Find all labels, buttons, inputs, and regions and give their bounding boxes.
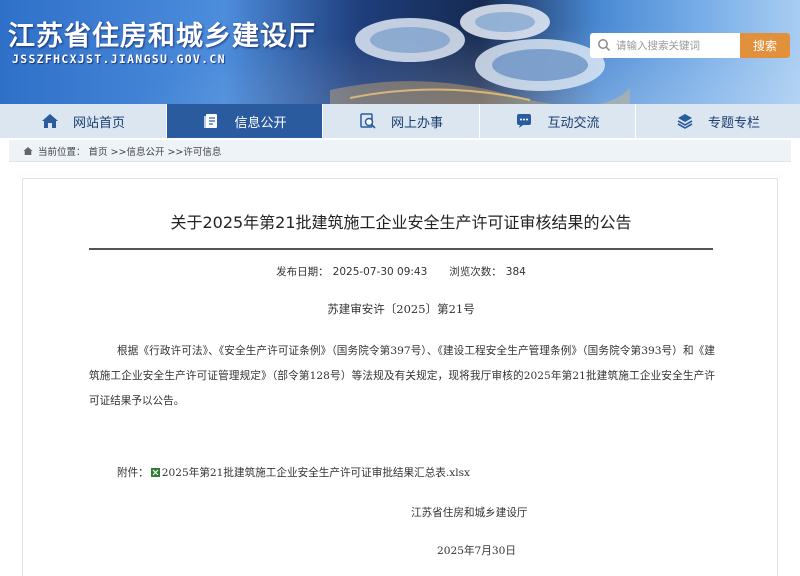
excel-file-icon: [150, 468, 160, 477]
attachment-link[interactable]: 2025年第21批建筑施工企业安全生产许可证审批结果汇总表.xlsx: [162, 465, 470, 480]
views-label: 浏览次数：: [449, 266, 502, 278]
site-title: 江苏省住房和城乡建设厅: [8, 21, 316, 52]
search-button[interactable]: 搜索: [740, 33, 790, 58]
signature-date: 2025年7月30日: [437, 545, 516, 557]
stadium-image: [330, 4, 630, 104]
nav-item-info-disclosure[interactable]: 信息公开: [167, 104, 323, 138]
home-icon: [41, 112, 59, 130]
publish-date-label: 发布日期：: [276, 266, 329, 278]
nav-item-label: 信息公开: [234, 115, 287, 131]
breadcrumb-prefix: 当前位置：: [38, 146, 86, 158]
article-card: 关于2025年第21批建筑施工企业安全生产许可证审核结果的公告 发布日期： 202…: [22, 178, 778, 576]
site-url: JSSZFHCXJST.JIANGSU.GOV.CN: [12, 52, 226, 66]
article-body: 根据《行政许可法》、《安全生产许可证条例》（国务院令第397号）、《建设工程安全…: [89, 345, 715, 407]
nav-item-label: 网站首页: [72, 115, 125, 131]
home-icon: [23, 146, 33, 155]
search-doc-icon: [359, 112, 377, 130]
layers-icon: [676, 112, 694, 130]
breadcrumb-link-permit[interactable]: >>许可信息: [167, 144, 221, 158]
signature-organization: 江苏省住房和城乡建设厅: [411, 507, 528, 519]
nav-item-special-topics[interactable]: 专题专栏: [636, 104, 800, 138]
chat-icon: [515, 112, 533, 130]
document-icon: [202, 112, 220, 130]
article-meta: 发布日期： 2025-07-30 09:43 浏览次数： 384: [23, 264, 779, 279]
search-box: 搜索: [590, 33, 790, 58]
nav-item-online-service[interactable]: 网上办事: [323, 104, 480, 138]
search-input[interactable]: [616, 33, 740, 58]
nav-item-label: 网上办事: [390, 115, 443, 131]
views-count: 384: [505, 266, 526, 278]
document-number: 苏建审安许〔2025〕第21号: [327, 302, 475, 316]
search-icon: [598, 39, 611, 52]
title-divider: [89, 248, 713, 250]
nav-item-label: 互动交流: [547, 115, 600, 131]
breadcrumb-link-home[interactable]: 首页: [89, 144, 108, 158]
site-banner: 江苏省住房和城乡建设厅 JSSZFHCXJST.JIANGSU.GOV.CN 搜…: [0, 0, 800, 104]
publish-date: 2025-07-30 09:43: [332, 266, 428, 278]
attachment-label: 附件：: [117, 467, 149, 479]
main-nav: 网站首页 信息公开 网上办事 互动交流 专题专栏: [0, 104, 800, 138]
breadcrumb: 当前位置： 首页 >>信息公开 >>许可信息: [9, 140, 791, 162]
nav-item-interaction[interactable]: 互动交流: [480, 104, 636, 138]
attachment-row: 附件： 2025年第21批建筑施工企业安全生产许可证审批结果汇总表.xlsx: [117, 465, 737, 480]
nav-item-home[interactable]: 网站首页: [0, 104, 167, 138]
article-title: 关于2025年第21批建筑施工企业安全生产许可证审核结果的公告: [170, 213, 632, 232]
nav-item-label: 专题专栏: [707, 115, 760, 131]
breadcrumb-link-info[interactable]: >>信息公开: [111, 144, 165, 158]
